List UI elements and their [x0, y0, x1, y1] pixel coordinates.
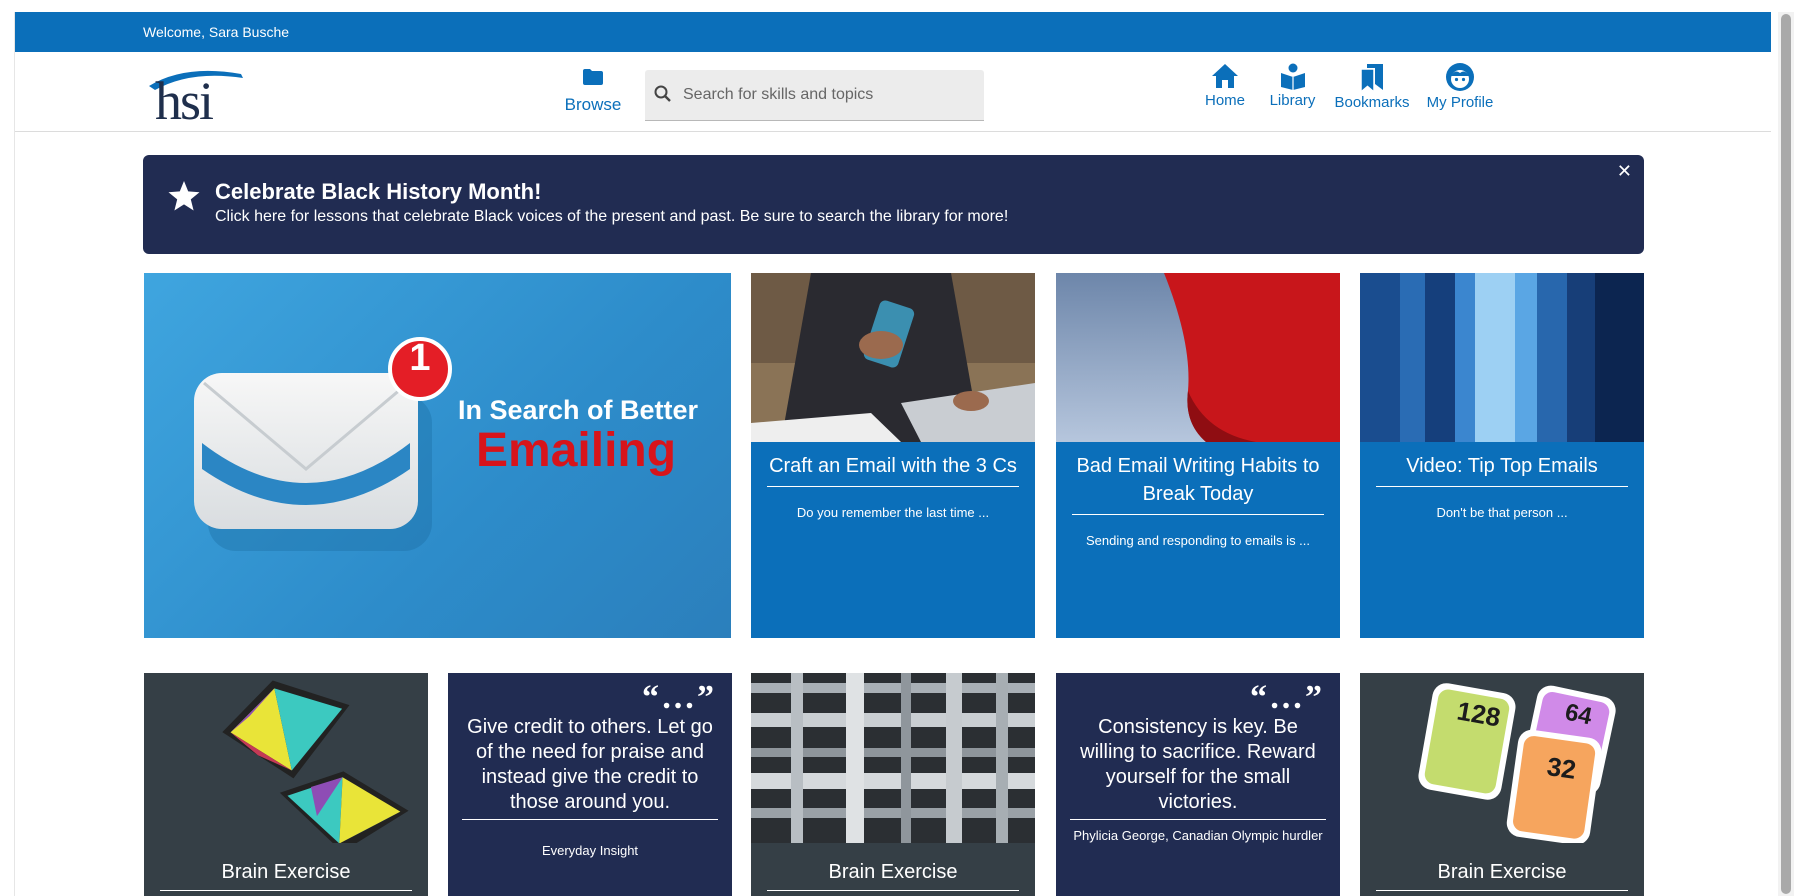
- quote-text: Consistency is key. Be willing to sacrif…: [1070, 715, 1326, 820]
- tile-title: Video: Tip Top Emails: [1376, 452, 1628, 487]
- nav-library[interactable]: Library: [1255, 62, 1330, 109]
- brain-exercise-title: Brain Exercise: [160, 861, 412, 891]
- tile-bad-email-habits[interactable]: Bad Email Writing Habits to Break Today …: [1056, 273, 1340, 638]
- app-window: Welcome, Sara Busche hsi Browse Search f…: [14, 12, 1771, 896]
- hsi-logo[interactable]: hsi: [145, 60, 255, 131]
- banner-close-button[interactable]: ✕: [1617, 161, 1632, 182]
- folder-icon: [583, 69, 603, 85]
- header: hsi Browse Home: [15, 52, 1771, 132]
- featured-card-emailing[interactable]: 1 In Search of Better Emailing: [144, 273, 731, 638]
- red-flag-image: [1056, 273, 1340, 442]
- hero-line2: Emailing: [476, 424, 677, 477]
- quote-author: Phylicia George, Canadian Olympic hurdle…: [1073, 828, 1323, 843]
- browse-label: Browse: [564, 95, 622, 114]
- brain-exercise-card-3[interactable]: 128 64 32 Brain Exercise: [1360, 673, 1644, 896]
- welcome-text: Welcome, Sara Busche: [143, 24, 290, 40]
- tile-desc: Sending and responding to emails is ...: [1085, 533, 1311, 548]
- top-bar: Welcome, Sara Busche: [15, 12, 1771, 52]
- tile-title: Bad Email Writing Habits to Break Today: [1072, 452, 1324, 515]
- nav-home[interactable]: Home: [1190, 62, 1260, 109]
- profile-icon: [1446, 63, 1474, 91]
- library-icon: [1280, 63, 1305, 90]
- quote-author: Everyday Insight: [541, 843, 639, 858]
- number-tiles-image: [1360, 673, 1644, 843]
- search-icon: [654, 85, 671, 102]
- banner-text: Click here for lessons that celebrate Bl…: [215, 208, 1009, 225]
- metal-pipes-image: [751, 673, 1035, 843]
- brain-exercise-card-2[interactable]: Brain Exercise: [751, 673, 1035, 896]
- nav-bookmarks-label: Bookmarks: [1334, 94, 1410, 111]
- nav-my-profile[interactable]: My Profile: [1415, 62, 1505, 111]
- tile-craft-email[interactable]: Craft an Email with the 3 Cs Do you reme…: [751, 273, 1035, 638]
- tile-desc: Do you remember the last time ...: [796, 505, 990, 520]
- quote-icon: “…”: [642, 679, 716, 716]
- logo-text: hsi: [155, 71, 214, 131]
- hero-line1: In Search of Better: [458, 395, 699, 425]
- triangle-puzzle-image: [144, 673, 428, 843]
- hero-badge: 1: [409, 337, 431, 379]
- nav-bookmarks[interactable]: Bookmarks: [1327, 62, 1417, 111]
- nav-home-label: Home: [1204, 92, 1245, 109]
- brain-exercise-card-1[interactable]: Brain Exercise: [144, 673, 428, 896]
- tile-number-64: 64: [1562, 698, 1595, 731]
- tile-desc: Don't be that person ...: [1436, 505, 1568, 520]
- quote-icon: “…”: [1250, 679, 1324, 716]
- brain-exercise-title: Brain Exercise: [1376, 861, 1628, 891]
- nav-library-label: Library: [1269, 92, 1316, 109]
- tile-number-32: 32: [1545, 751, 1578, 785]
- tile-tip-top-emails[interactable]: Video: Tip Top Emails Don't be that pers…: [1360, 273, 1644, 638]
- vertical-scrollbar[interactable]: [1778, 12, 1794, 896]
- announcement-banner[interactable]: Celebrate Black History Month! Click her…: [143, 155, 1644, 254]
- nav-my-profile-label: My Profile: [1426, 94, 1494, 111]
- star-icon: [168, 181, 200, 211]
- person-phone-laptop-image: [751, 273, 1035, 442]
- search-input[interactable]: [683, 70, 973, 120]
- tile-title: Craft an Email with the 3 Cs: [767, 452, 1019, 487]
- banner-title: Celebrate Black History Month!: [215, 179, 542, 204]
- search-box[interactable]: [645, 70, 984, 121]
- home-icon: [1212, 64, 1238, 88]
- brain-exercise-title: Brain Exercise: [767, 861, 1019, 891]
- scrollbar-thumb[interactable]: [1781, 14, 1791, 894]
- browse-button[interactable]: Browse: [551, 68, 635, 115]
- blue-stripes-image: [1360, 273, 1644, 442]
- bookmarks-icon: [1360, 64, 1383, 92]
- quote-text: Give credit to others. Let go of the nee…: [462, 715, 718, 820]
- quote-card-2[interactable]: “…” Consistency is key. Be willing to sa…: [1056, 673, 1340, 896]
- quote-card-1[interactable]: “…” Give credit to others. Let go of the…: [448, 673, 732, 896]
